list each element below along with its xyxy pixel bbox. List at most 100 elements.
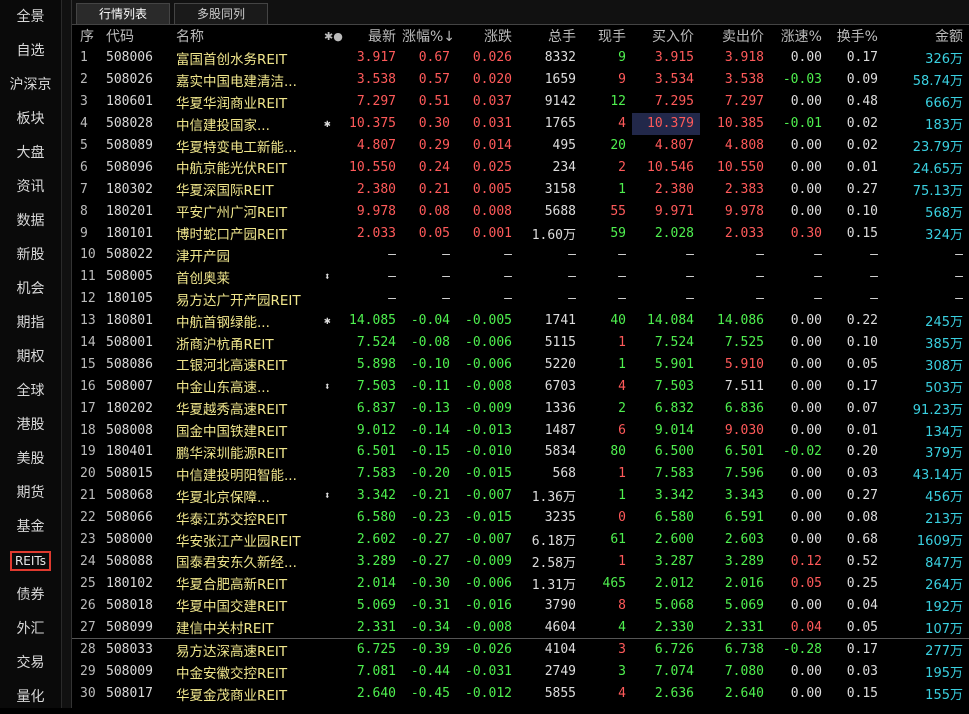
table-row[interactable]: 24 508088 国泰君安东久新经... 3.289 -0.27 -0.009 2.58万… (72, 550, 969, 572)
sidebar-item-14[interactable]: 期货 (0, 476, 61, 510)
sidebar-item-9[interactable]: 期指 (0, 306, 61, 340)
ask-price-cell: 6.738 (700, 638, 770, 661)
sidebar-item-4[interactable]: 大盘 (0, 136, 61, 170)
column-header-0[interactable]: 序 (72, 25, 98, 47)
last-price-cell: 3.538 (356, 72, 396, 88)
table-row[interactable]: 16 508007 中金山东高速... ⬍ 7.503 -0.11 -0.008 6703 4 7… (72, 375, 969, 397)
column-header-4[interactable]: 最新 (346, 25, 402, 47)
volume-cell: 495 (552, 138, 576, 153)
table-row[interactable]: 25 180102 华夏合肥高新REIT 2.014 -0.30 -0.006 1.31万 4… (72, 572, 969, 594)
table-row[interactable]: 8 180201 平安广州广河REIT 9.978 0.08 0.008 5688 55 9.9… (72, 200, 969, 222)
sidebar-divider[interactable] (62, 0, 72, 708)
table-row[interactable]: 3 180601 华夏华润商业REIT 7.297 0.51 0.037 9142 12 7.2… (72, 91, 969, 113)
column-header-8[interactable]: 现手 (582, 25, 632, 47)
row-index-cell: 17 (80, 400, 96, 416)
volume-cell: — (568, 247, 576, 263)
table-row[interactable]: 17 180202 华夏越秀高速REIT 6.837 -0.13 -0.009 1336 2 6… (72, 397, 969, 419)
column-header-12[interactable]: 换手% (828, 25, 884, 47)
sidebar-item-18[interactable]: 外汇 (0, 612, 61, 646)
code-cell: 180105 (106, 291, 153, 307)
column-header-7[interactable]: 总手 (518, 25, 582, 47)
column-header-13[interactable]: 金额 (884, 25, 969, 47)
table-row[interactable]: 4 508028 中信建投国家... ✱ 10.375 0.30 0.031 1765 4 10.… (72, 112, 969, 135)
table-row[interactable]: 6 508096 中航京能光伏REIT 10.550 0.24 0.025 234 2 10.5… (72, 156, 969, 178)
tab-1[interactable]: 多股同列 (174, 3, 269, 24)
sidebar-item-5[interactable]: 资讯 (0, 170, 61, 204)
table-row[interactable]: 26 508018 华夏中国交建REIT 5.069 -0.31 -0.016 3790 8 5… (72, 594, 969, 616)
sidebar-item-7[interactable]: 新股 (0, 238, 61, 272)
last-volume-cell: 2 (618, 400, 626, 416)
sidebar-item-11[interactable]: 全球 (0, 374, 61, 408)
sidebar-item-8[interactable]: 机会 (0, 272, 61, 306)
column-header-1[interactable]: 代码 (98, 25, 168, 47)
table-row[interactable]: 30 508017 华夏金茂商业REIT 2.640 -0.45 -0.012 5855 4 2… (72, 683, 969, 705)
table-row[interactable]: 20 508015 中信建投明阳智能... 7.583 -0.20 -0.015 568 1 7… (72, 463, 969, 485)
table-row[interactable]: 27 508099 建信中关村REIT 2.331 -0.34 -0.008 4604 4 2.… (72, 616, 969, 638)
table-row[interactable]: 10 508022 津开产园 — — — — — — — — — — (72, 244, 969, 266)
table-row[interactable]: 22 508066 华泰江苏交控REIT 6.580 -0.23 -0.015 3235 0 6… (72, 507, 969, 529)
sidebar-item-2[interactable]: 沪深京 (0, 68, 61, 102)
last-volume-cell: 12 (610, 94, 626, 110)
sidebar-item-10[interactable]: 期权 (0, 340, 61, 374)
table-row[interactable]: 13 180801 中航首钢绿能... ✱ 14.085 -0.04 -0.005 1741 4… (72, 310, 969, 332)
sidebar-item-12[interactable]: 港股 (0, 408, 61, 442)
speed-cell: 0.00 (790, 664, 822, 680)
table-row[interactable]: 5 508089 华夏特变电工新能... 4.807 0.29 0.014 495 20 4.8… (72, 135, 969, 157)
table-row[interactable]: 29 508009 中金安徽交控REIT 7.081 -0.44 -0.031 2749 3 7… (72, 661, 969, 683)
column-header-11[interactable]: 涨速% (770, 25, 828, 47)
ask-price-cell: 3.538 (724, 72, 764, 88)
change-cell: 0.037 (472, 94, 512, 110)
amount-cell: — (955, 247, 963, 263)
table-row[interactable]: 1 508006 富国首创水务REIT 3.917 0.67 0.026 8332 9 3.91… (72, 47, 969, 69)
ask-price-cell: 14.086 (717, 313, 764, 329)
sidebar-item-1[interactable]: 自选 (0, 34, 61, 68)
sidebar-item-0[interactable]: 全景 (0, 0, 61, 34)
volume-cell: 2.58万 (531, 555, 576, 571)
table-row[interactable]: 18 508008 国金中国铁建REIT 9.012 -0.14 -0.013 1487 6 9… (72, 419, 969, 441)
change-percent-cell: — (442, 247, 450, 263)
sidebar-item-6[interactable]: 数据 (0, 204, 61, 238)
sidebar-item-19[interactable]: 交易 (0, 646, 61, 680)
sidebar-item-3[interactable]: 板块 (0, 102, 61, 136)
table-row[interactable]: 7 180302 华夏深国际REIT 2.380 0.21 0.005 3158 1 2.380… (72, 178, 969, 200)
sidebar-item-16[interactable]: REITs (0, 544, 61, 578)
table-row[interactable]: 9 180101 博时蛇口产园REIT 2.033 0.05 0.001 1.60万 59 2.… (72, 222, 969, 244)
turnover-cell: — (870, 247, 878, 263)
amount-cell: 245万 (925, 315, 963, 331)
row-index-cell: 11 (80, 269, 96, 285)
bid-price-cell: 14.084 (647, 313, 694, 329)
column-header-9[interactable]: 买入价 (632, 25, 700, 47)
tab-0[interactable]: 行情列表 (76, 3, 171, 24)
table-row[interactable]: 2 508026 嘉实中国电建清洁... 3.538 0.57 0.020 1659 9 3.5… (72, 69, 969, 91)
last-volume-cell: 0 (618, 510, 626, 526)
column-header-6[interactable]: 涨跌 (456, 25, 518, 47)
table-row[interactable]: 28 508033 易方达深高速REIT 6.725 -0.39 -0.026 4104 3 6… (72, 638, 969, 661)
sidebar-item-15[interactable]: 基金 (0, 510, 61, 544)
table-row[interactable]: 12 180105 易方达广开产园REIT — — — — — — — — — — (72, 288, 969, 310)
last-volume-cell: 4 (618, 116, 626, 132)
table-row[interactable]: 23 508000 华安张江产业园REIT 2.602 -0.27 -0.007 6.18万… (72, 529, 969, 551)
table-row[interactable]: 19 180401 鹏华深圳能源REIT 6.501 -0.15 -0.010 5834 80… (72, 441, 969, 463)
name-header-icons[interactable]: ✱● (316, 25, 346, 47)
table-row[interactable]: 15 508086 工银河北高速REIT 5.898 -0.10 -0.006 5220 1 5… (72, 353, 969, 375)
volume-cell: 5220 (544, 356, 576, 372)
column-header-5[interactable]: 涨幅%↓ (402, 25, 456, 47)
turnover-cell: 0.03 (846, 664, 878, 680)
table-row[interactable]: 11 508005 首创奥莱 ⬍ — — — — — — — — — — (72, 266, 969, 288)
column-header-10[interactable]: 卖出价 (700, 25, 770, 47)
last-price-cell: 9.978 (356, 203, 396, 219)
change-cell: 0.005 (472, 181, 512, 197)
last-volume-cell: 80 (610, 444, 626, 460)
last-price-cell: 9.012 (356, 422, 396, 438)
code-cell: 508017 (106, 686, 153, 702)
bid-price-cell: 2.636 (654, 686, 694, 702)
table-row[interactable]: 21 508068 华夏北京保障... ⬍ 3.342 -0.21 -0.007 1.36万 1… (72, 485, 969, 507)
table-row[interactable]: 14 508001 浙商沪杭甬REIT 7.524 -0.08 -0.006 5115 1 7.… (72, 332, 969, 354)
name-cell: 中航首钢绿能... (176, 314, 270, 331)
sidebar-item-17[interactable]: 债券 (0, 578, 61, 612)
sidebar-item-13[interactable]: 美股 (0, 442, 61, 476)
turnover-cell: 0.20 (846, 444, 878, 460)
sidebar-item-20[interactable]: 量化 (0, 680, 61, 714)
column-header-2[interactable]: 名称 (168, 25, 316, 47)
bid-price-cell: 5.068 (654, 597, 694, 613)
